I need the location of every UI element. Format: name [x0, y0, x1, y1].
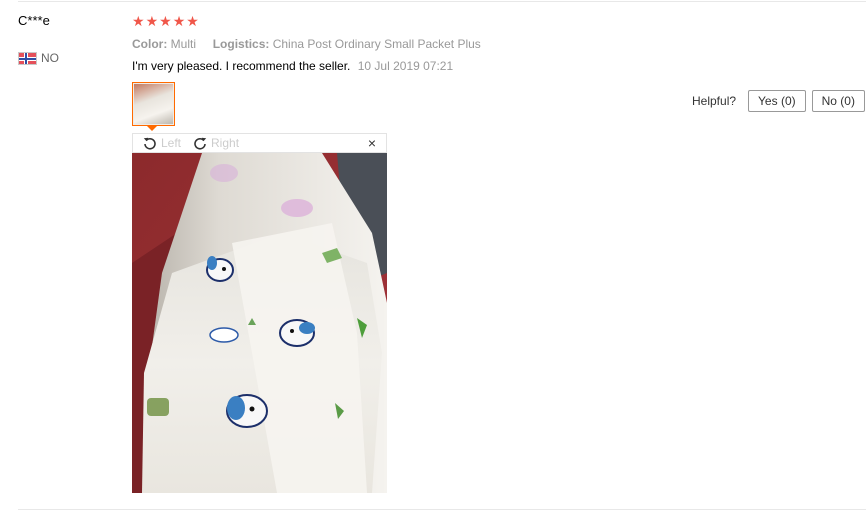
star-icon: ★: [159, 13, 172, 29]
rotate-right-button[interactable]: Right: [193, 136, 239, 150]
logistics-value: China Post Ordinary Small Packet Plus: [272, 37, 481, 51]
review-content: I'm very pleased. I recommend the seller…: [132, 59, 453, 73]
photo-viewer-toolbar: Left Right ×: [132, 133, 387, 153]
color-label: Color:: [132, 37, 168, 51]
rotate-right-icon: [194, 137, 207, 150]
review-photo-image: [132, 153, 387, 493]
star-icon: ★: [172, 13, 186, 29]
rotate-left-icon: [143, 137, 156, 150]
helpful-yes-button[interactable]: Yes (0): [748, 90, 806, 112]
top-divider: [18, 1, 866, 2]
rotate-left-label: Left: [161, 136, 182, 150]
review-text: I'm very pleased. I recommend the seller…: [132, 59, 351, 73]
country-code: NO: [41, 51, 59, 65]
reviewer-name: C***e: [18, 13, 50, 28]
star-icon: ★: [186, 13, 199, 29]
helpful-no-button[interactable]: No (0): [811, 90, 865, 112]
order-details: Color: Multi Logistics: China Post Ordin…: [132, 37, 481, 51]
review-photo-large: [132, 153, 387, 493]
review-photo-thumbnail[interactable]: [132, 82, 175, 126]
color-value: Multi: [170, 37, 197, 51]
review-date: 10 Jul 2019 07:21: [357, 59, 454, 73]
helpful-voting: Helpful? Yes (0) No (0): [692, 90, 865, 112]
star-icon: ★: [132, 13, 145, 29]
logistics-label: Logistics:: [212, 37, 270, 51]
star-rating: ★ ★ ★ ★ ★: [132, 14, 199, 28]
reviewer-info: C***e NO: [18, 13, 59, 65]
rotate-left-button[interactable]: Left: [143, 136, 181, 150]
star-icon: ★: [145, 13, 159, 29]
norway-flag-icon: [18, 51, 37, 65]
thumbnail-pointer: [146, 125, 158, 131]
close-viewer-button[interactable]: ×: [368, 135, 376, 151]
rotate-right-label: Right: [211, 136, 240, 150]
helpful-label: Helpful?: [692, 94, 737, 108]
reviewer-country: NO: [18, 51, 78, 65]
bottom-divider: [18, 509, 866, 510]
